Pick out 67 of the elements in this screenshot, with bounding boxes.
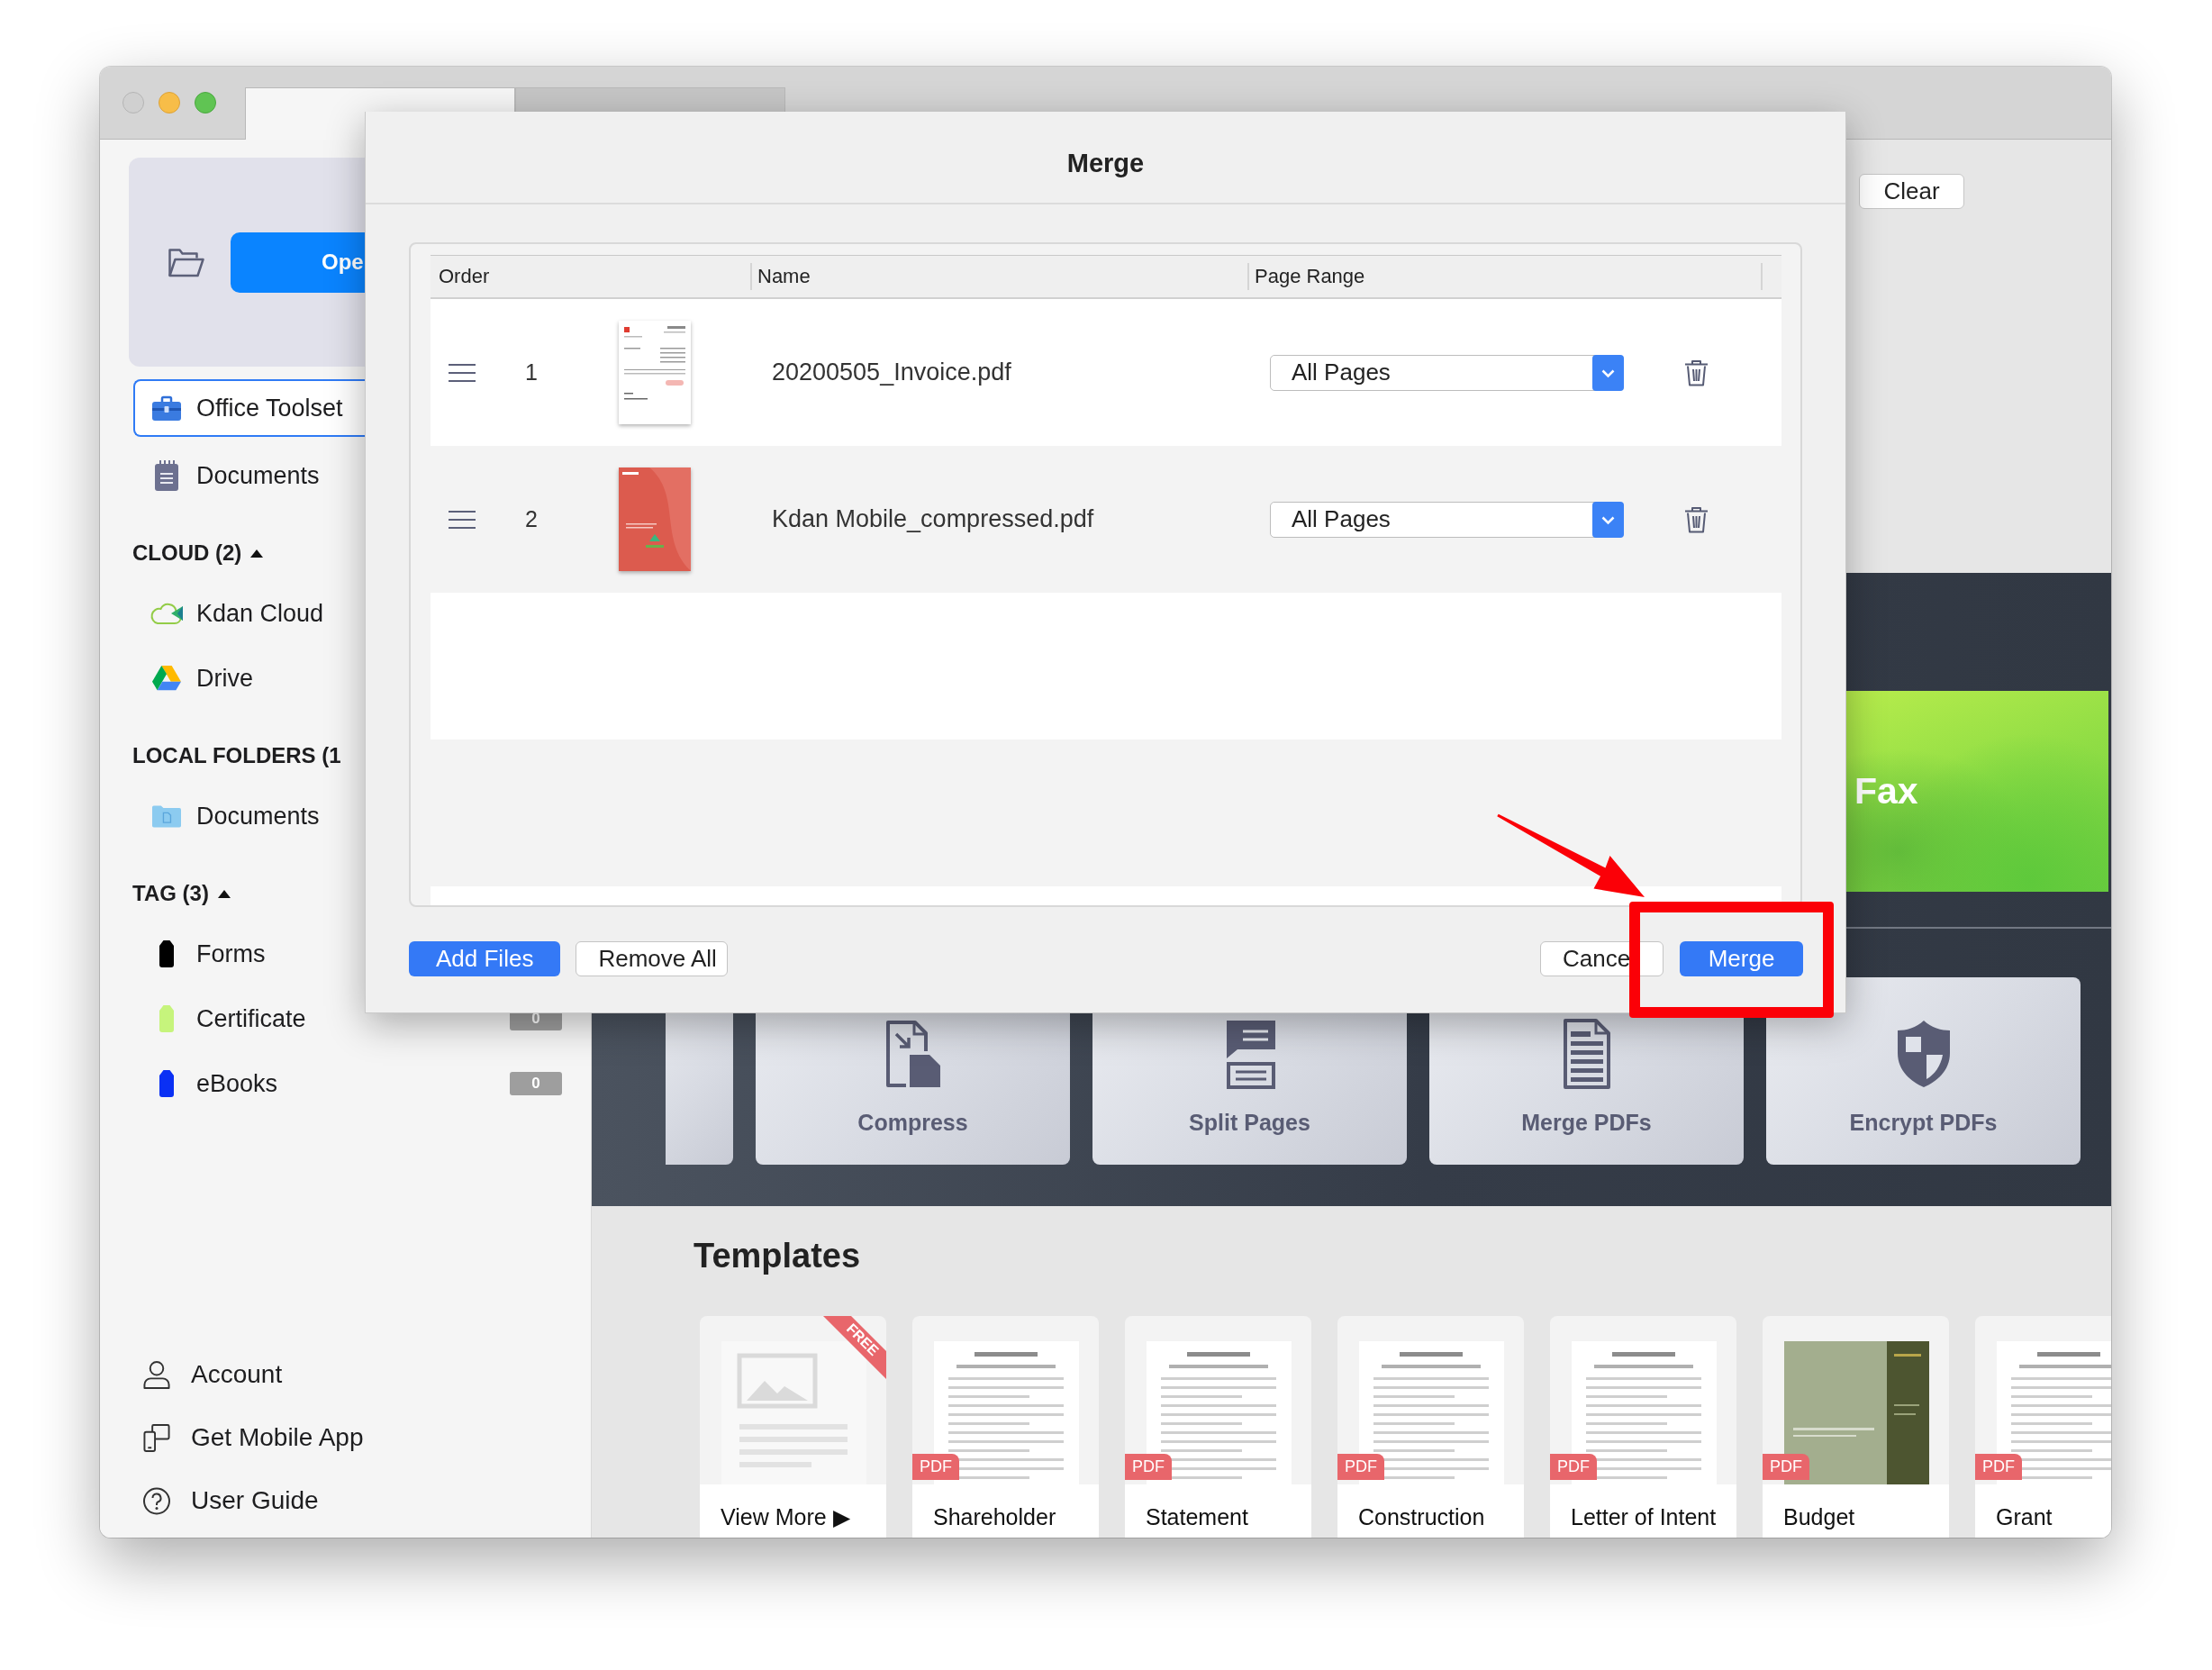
template-card[interactable]: PDF Construction xyxy=(1337,1316,1524,1538)
sidebar-item[interactable]: Drive xyxy=(145,646,266,711)
trash-icon[interactable] xyxy=(1684,505,1709,533)
sidebar-link[interactable]: Account xyxy=(142,1343,290,1406)
phone-monitor-icon xyxy=(143,1423,170,1452)
section-header: CLOUD (2) xyxy=(132,540,242,566)
clear-button[interactable]: Clear xyxy=(1859,174,1964,209)
section-header: TAG (3) xyxy=(132,881,209,906)
pdf-badge: PDF xyxy=(1550,1454,1597,1480)
template-title: Grant xyxy=(1996,1504,2053,1529)
caret-icon[interactable] xyxy=(250,549,264,558)
help-icon xyxy=(143,1486,170,1515)
template-title: Shareholder xyxy=(933,1504,1056,1529)
folder-icon xyxy=(168,247,204,277)
compress-icon xyxy=(884,1019,942,1089)
template-title: Budget xyxy=(1783,1504,1855,1529)
caret-icon[interactable] xyxy=(217,889,231,898)
section-header: LOCAL FOLDERS (1 xyxy=(132,743,341,768)
file-name: Kdan Mobile_compressed.pdf xyxy=(772,505,1094,532)
folder-icon xyxy=(152,803,181,829)
trash-icon[interactable] xyxy=(1684,359,1709,386)
secondary-button[interactable]: Cance xyxy=(1540,941,1664,976)
secondary-button[interactable]: Remove All xyxy=(576,941,728,976)
page-range-dropdown[interactable]: All Pages xyxy=(1270,354,1624,391)
template-card[interactable]: PDF Grant xyxy=(1975,1316,2111,1538)
banner-title: Fax xyxy=(1854,770,1918,812)
pdf-badge: PDF xyxy=(1975,1454,2022,1480)
template-title: Letter of Intent xyxy=(1571,1504,1717,1529)
template-card[interactable]: PDF Statement xyxy=(1125,1316,1311,1538)
drag-handle-icon[interactable] xyxy=(449,510,476,529)
person-icon xyxy=(143,1360,170,1389)
page-range-dropdown[interactable]: All Pages xyxy=(1270,501,1624,538)
order-number: 1 xyxy=(525,359,538,385)
drag-handle-icon[interactable] xyxy=(449,363,476,382)
primary-button[interactable]: Merge xyxy=(1680,941,1803,976)
file-name: 20200505_Invoice.pdf xyxy=(772,359,1011,386)
pdf-badge: PDF xyxy=(1763,1454,1809,1480)
sidebar-item[interactable]: Forms xyxy=(145,921,278,986)
briefcase-icon xyxy=(152,395,181,421)
column-header[interactable]: Page Range xyxy=(1247,263,1761,290)
primary-button[interactable]: Add Files xyxy=(409,941,561,976)
column-header[interactable]: Order xyxy=(431,263,750,290)
sidebar-item[interactable]: Documents xyxy=(133,447,365,504)
column-header[interactable]: Name xyxy=(750,263,1247,290)
template-card[interactable]: PDF Shareholder xyxy=(912,1316,1099,1538)
sidebar-link[interactable]: User Guide xyxy=(142,1469,326,1532)
template-title: Statement xyxy=(1146,1504,1248,1529)
order-number: 2 xyxy=(525,506,538,531)
pdf-badge: PDF xyxy=(1337,1454,1384,1480)
pdf-badge: PDF xyxy=(912,1454,959,1480)
sidebar-link[interactable]: Get Mobile App xyxy=(142,1406,371,1469)
sidebar-item[interactable]: Kdan Cloud xyxy=(145,581,337,646)
dialog-title: Merge xyxy=(1066,149,1145,178)
sidebar-item[interactable]: eBooks 0 xyxy=(145,1051,591,1116)
template-card[interactable]: PDF Letter of Intent xyxy=(1550,1316,1736,1538)
open-button[interactable]: Ope xyxy=(231,231,365,293)
sidebar-item[interactable]: Office Toolset xyxy=(133,379,365,437)
sidebar-item[interactable]: Documents xyxy=(145,784,332,849)
cloud-icon xyxy=(150,602,184,625)
count-badge: 0 xyxy=(510,1072,562,1095)
section-title: Templates xyxy=(694,1236,861,1275)
tool-card[interactable]: Encrypt PDFs xyxy=(1766,977,2081,1165)
drive-icon xyxy=(152,665,181,692)
template-title: Construction xyxy=(1358,1504,1485,1529)
notepad-icon xyxy=(154,460,179,491)
pdf-badge: PDF xyxy=(1125,1454,1172,1480)
template-card[interactable]: PDF Budget xyxy=(1763,1316,1949,1538)
